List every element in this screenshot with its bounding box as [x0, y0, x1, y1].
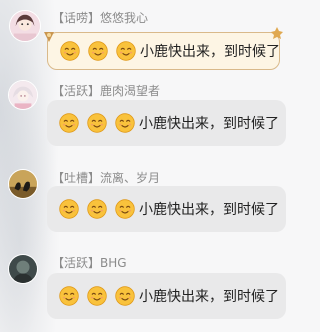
sender-nickname: BHG [100, 256, 127, 270]
smile-emoji [115, 199, 135, 219]
smile-emoji [59, 199, 79, 219]
message-text: 小鹿快出来，到时候了 [139, 202, 279, 218]
sender-nickname: 悠悠我心 [100, 11, 149, 25]
message-text: 小鹿快出来，到时候了 [139, 116, 279, 132]
birds-avatar[interactable] [8, 169, 38, 199]
message-bubble[interactable]: 小鹿快出来，到时候了 [47, 186, 286, 232]
message-bubble[interactable]: 小鹿快出来，到时候了 [47, 100, 286, 146]
girl-avatar[interactable] [9, 10, 41, 42]
sender-name: 【活跃】鹿肉渴望者 [52, 84, 160, 98]
sender-tag: 【吐槽】 [52, 171, 101, 185]
bubble-corner-decoration-icon [271, 27, 283, 39]
smile-emoji [87, 199, 107, 219]
sender-nickname: 流离、岁月 [100, 171, 161, 185]
sender-tag: 【活跃】 [52, 84, 101, 98]
sender-tag: 【活跃】 [52, 256, 101, 270]
smile-emoji [87, 286, 107, 306]
smile-emoji [116, 41, 136, 61]
smile-emoji [115, 113, 135, 133]
sender-nickname: 鹿肉渴望者 [100, 84, 161, 98]
smile-emoji [60, 41, 80, 61]
message-bubble[interactable]: 小鹿快出来，到时候了 [47, 32, 280, 70]
sender-name: 【吐槽】流离、岁月 [52, 171, 160, 185]
sender-tag: 【话唠】 [52, 11, 101, 25]
smile-emoji [59, 286, 79, 306]
sender-name: 【活跃】BHG [52, 256, 127, 270]
message-text: 小鹿快出来，到时候了 [139, 289, 279, 305]
smile-emoji [88, 41, 108, 61]
message-text: 小鹿快出来，到时候了 [140, 44, 280, 60]
message-bubble[interactable]: 小鹿快出来，到时候了 [47, 273, 286, 319]
smile-emoji [115, 286, 135, 306]
bubble-corner-decoration-icon [44, 32, 54, 42]
sender-name: 【话唠】悠悠我心 [52, 11, 148, 25]
smile-emoji [87, 113, 107, 133]
dark-avatar[interactable] [8, 254, 38, 284]
smile-emoji [59, 113, 79, 133]
anime-avatar[interactable] [8, 80, 38, 110]
